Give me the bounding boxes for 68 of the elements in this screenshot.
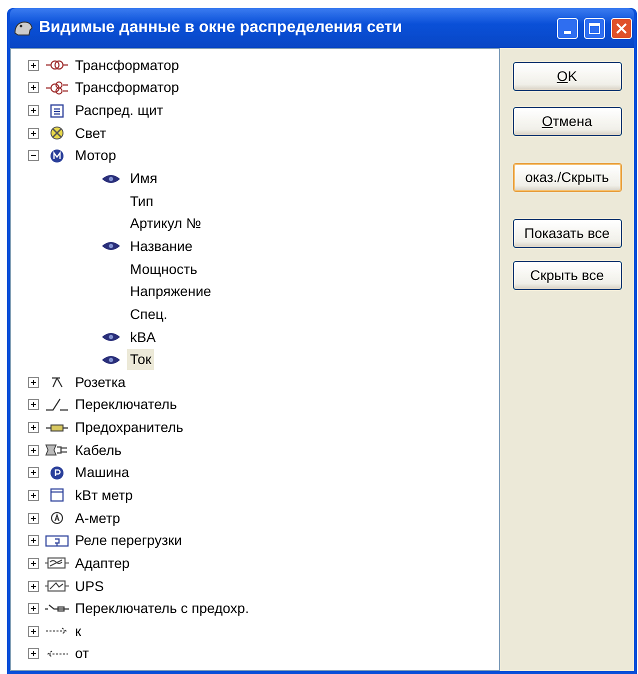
eye-icon	[101, 172, 121, 185]
tree-item[interactable]: Переключатель	[75, 394, 177, 416]
tree-item[interactable]: Ток	[127, 349, 154, 370]
adapter-icon	[45, 555, 69, 572]
cable-icon	[45, 442, 69, 458]
dialog-button[interactable]: OK	[512, 62, 622, 91]
close-icon	[616, 22, 627, 34]
relay-icon	[45, 532, 69, 549]
expand-icon[interactable]	[28, 558, 39, 569]
tree-item[interactable]: UPS	[75, 576, 104, 597]
collapse-icon[interactable]	[28, 150, 39, 162]
expand-icon[interactable]	[28, 467, 39, 478]
tree-item[interactable]: Розетка	[75, 372, 126, 393]
eye-icon	[101, 240, 121, 252]
close-button[interactable]	[611, 18, 632, 38]
eye-icon	[101, 331, 121, 343]
tree-item[interactable]: Напряжение	[127, 281, 214, 302]
expand-icon[interactable]	[28, 82, 39, 94]
dialog-button[interactable]: оказ./Скрыть	[512, 163, 622, 192]
expand-icon[interactable]	[28, 376, 39, 388]
tree-item[interactable]: Распред. щит	[75, 100, 164, 122]
expand-icon[interactable]	[28, 444, 39, 456]
tree-item[interactable]: Предохранитель	[75, 417, 184, 438]
tree-item[interactable]: Мотор	[75, 145, 116, 166]
minimize-button[interactable]	[557, 18, 578, 38]
expand-icon[interactable]	[28, 512, 39, 524]
expand-icon[interactable]	[28, 128, 39, 139]
tree-item[interactable]: Мощность	[127, 258, 200, 280]
expand-icon[interactable]	[28, 490, 39, 501]
app-icon	[13, 19, 33, 37]
window-title: Видимые данные в окне распределения сети	[39, 18, 404, 38]
expand-icon[interactable]	[28, 105, 39, 116]
tree-item[interactable]: Имя	[127, 168, 160, 190]
tree-item[interactable]: kBт метр	[75, 484, 133, 506]
tree-item[interactable]: Тип	[127, 190, 156, 212]
dialog-button[interactable]: Отмена	[512, 107, 622, 136]
expand-icon[interactable]	[28, 626, 39, 637]
tree-item[interactable]: от	[75, 643, 89, 664]
tree-item[interactable]: А-метр	[75, 508, 120, 529]
tree-item[interactable]: kBA	[127, 326, 159, 348]
tree-item[interactable]: Реле перегрузки	[75, 530, 182, 552]
expand-icon[interactable]	[28, 648, 39, 660]
switch-icon	[45, 396, 69, 413]
expand-icon[interactable]	[28, 60, 39, 71]
dialog-button[interactable]: Скрыть все	[512, 261, 622, 290]
maximize-button[interactable]	[584, 18, 605, 38]
tree-item[interactable]: Спец.	[127, 304, 170, 325]
tree-item[interactable]: Название	[127, 236, 196, 257]
tree-item[interactable]: Машина	[75, 462, 130, 484]
eye-icon	[101, 354, 121, 366]
tree-item[interactable]: Кабель	[75, 440, 122, 461]
tree-item[interactable]: Переключатель с предохр.	[75, 598, 249, 620]
maximize-icon	[589, 22, 600, 34]
expand-icon[interactable]	[28, 535, 39, 546]
expand-icon[interactable]	[28, 580, 39, 592]
expand-icon[interactable]	[28, 399, 39, 410]
tree-item[interactable]: Трансформатор	[75, 54, 180, 76]
dialog-button[interactable]: Показать все	[512, 219, 622, 248]
transformer-symbol-icon	[45, 80, 69, 96]
expand-icon[interactable]	[28, 603, 39, 614]
tree-item[interactable]: Свет	[75, 122, 106, 144]
minimize-icon	[564, 30, 571, 34]
expand-icon[interactable]	[28, 422, 39, 434]
tree-item[interactable]: Артикул №	[127, 213, 204, 234]
tree-item[interactable]: Адаптер	[75, 552, 130, 574]
ups-icon	[45, 578, 69, 594]
tree-item[interactable]: Трансформатор	[75, 77, 180, 98]
tree-item[interactable]: к	[75, 620, 82, 642]
